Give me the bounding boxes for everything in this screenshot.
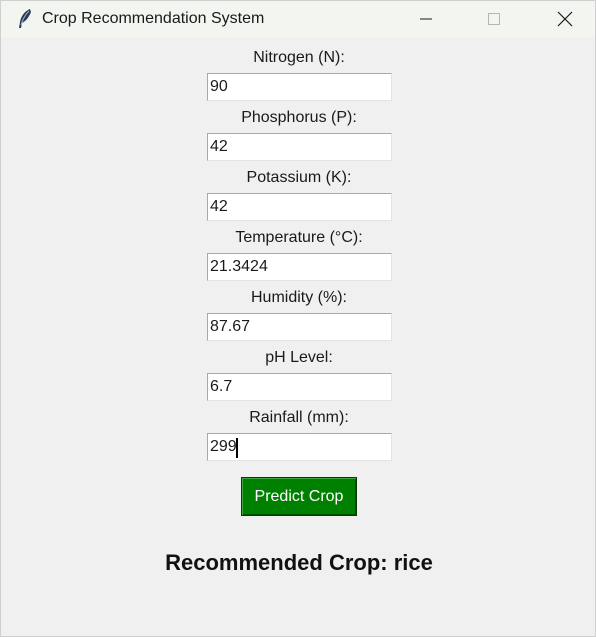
rainfall-input[interactable] [207, 433, 392, 461]
minimize-icon [420, 18, 432, 20]
window-title: Crop Recommendation System [42, 10, 265, 27]
text-caret [236, 438, 238, 458]
humidity-input[interactable] [207, 313, 392, 341]
ph-level-label: pH Level: [265, 349, 333, 366]
recommended-crop-result: Recommended Crop: rice [165, 550, 433, 575]
potassium-input[interactable] [207, 193, 392, 221]
maximize-button[interactable] [471, 1, 517, 37]
temperature-input[interactable] [207, 253, 392, 281]
rainfall-label: Rainfall (mm): [249, 409, 349, 426]
feather-icon [15, 8, 35, 30]
app-window: Crop Recommendation System Nitrogen (N):… [0, 0, 596, 637]
nitrogen-label: Nitrogen (N): [253, 49, 345, 66]
close-icon [557, 11, 573, 27]
temperature-label: Temperature (°C): [235, 229, 363, 246]
minimize-button[interactable] [403, 1, 449, 37]
phosphorus-input[interactable] [207, 133, 392, 161]
predict-crop-button[interactable]: Predict Crop [241, 477, 357, 516]
humidity-label: Humidity (%): [250, 289, 347, 306]
title-bar[interactable]: Crop Recommendation System [1, 1, 595, 37]
nitrogen-input[interactable] [207, 73, 392, 101]
potassium-label: Potassium (K): [246, 169, 352, 186]
close-button[interactable] [542, 1, 588, 37]
ph-level-input[interactable] [207, 373, 392, 401]
phosphorus-label: Phosphorus (P): [241, 109, 357, 126]
maximize-icon [488, 13, 500, 25]
